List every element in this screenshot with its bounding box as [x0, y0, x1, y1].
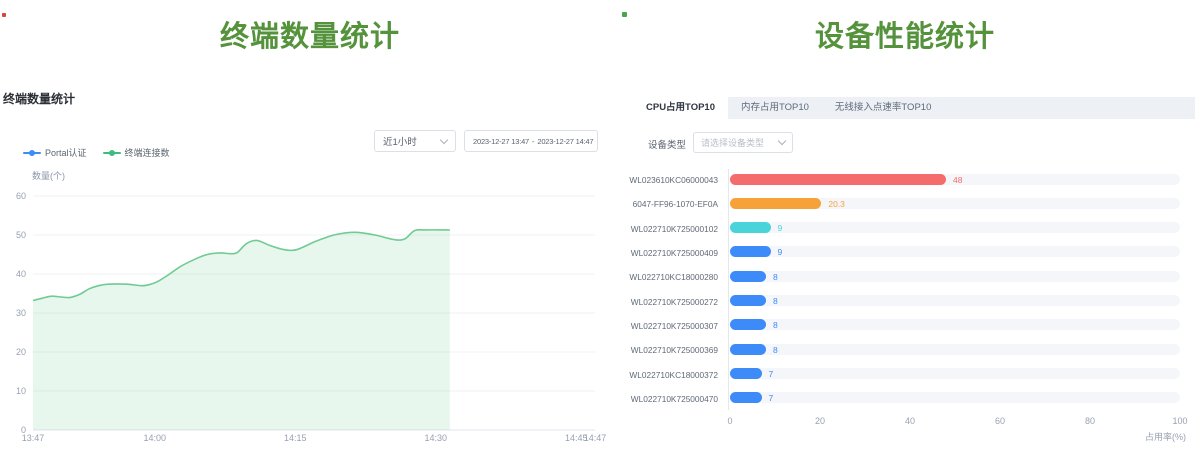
- date-range-end: 2023-12-27 14:47: [537, 137, 593, 146]
- bar-value-label: 8: [773, 345, 778, 355]
- bar-value-label: 20.3: [828, 199, 845, 209]
- bar-category-label: WL023610KC06000043: [628, 175, 718, 185]
- date-range-picker[interactable]: 2023-12-27 13:47 - 2023-12-27 14:47: [464, 130, 598, 152]
- bar-x-tick-label: 0: [727, 416, 732, 426]
- bar-category-label: WL022710K725000470: [628, 394, 718, 404]
- bar[interactable]: [730, 344, 766, 355]
- bar-category-label: WL022710K725000307: [628, 321, 718, 331]
- bar[interactable]: [730, 319, 766, 330]
- chevron-down-icon: [778, 137, 786, 145]
- bar-x-tick-label: 40: [905, 416, 915, 426]
- terminal-panel-header: 终端数量统计: [3, 90, 75, 107]
- bar-x-tick-label: 60: [995, 416, 1005, 426]
- bar-chart-axis-line: [728, 169, 729, 410]
- legend-label: 终端连接数: [125, 146, 170, 159]
- tab-bar: CPU占用TOP10内存占用TOP10无线接入点速率TOP10: [633, 97, 1195, 119]
- legend: Portal认证 终端连接数: [23, 146, 170, 159]
- x-tick-label: 14:15: [284, 433, 307, 443]
- bar-value-label: 9: [778, 247, 783, 257]
- time-range-select-value: 近1小时: [383, 134, 417, 148]
- bar-value-label: 7: [769, 369, 774, 379]
- bar-category-label: WL022710K725000409: [628, 248, 718, 258]
- device-type-placeholder: 请选择设备类型: [701, 136, 764, 149]
- chevron-down-icon: [440, 135, 448, 143]
- y-tick-label: 50: [0, 230, 26, 240]
- legend-item[interactable]: 终端连接数: [103, 146, 170, 159]
- bar-track: [730, 368, 1180, 379]
- bar-track: [730, 344, 1180, 355]
- x-tick-label: 13:47: [22, 433, 45, 443]
- device-type-select[interactable]: 请选择设备类型: [693, 132, 793, 153]
- bar-value-label: 8: [773, 320, 778, 330]
- bar-track: [730, 392, 1180, 403]
- bar-track: [730, 271, 1180, 282]
- bar-category-label: WL022710K725000369: [628, 345, 718, 355]
- legend-dot: [109, 150, 115, 156]
- tab-memory-top10[interactable]: 内存占用TOP10: [728, 97, 822, 119]
- x-tick-label: 14:30: [425, 433, 448, 443]
- tab-cpu-top10[interactable]: CPU占用TOP10: [633, 97, 728, 119]
- y-tick-label: 40: [0, 269, 26, 279]
- y-axis-title: 数量(个): [32, 169, 65, 182]
- bar[interactable]: [730, 222, 771, 233]
- legend-dot: [29, 150, 35, 156]
- terminal-section-title: 终端数量统计: [0, 13, 620, 55]
- bar-category-label: WL022710KC18000280: [628, 272, 718, 282]
- bar[interactable]: [730, 246, 771, 257]
- bar-value-label: 7: [769, 393, 774, 403]
- bar[interactable]: [730, 368, 762, 379]
- bar-track: [730, 295, 1180, 306]
- x-tick-label: 14:47: [584, 433, 607, 443]
- bar-track: [730, 198, 1180, 209]
- device-section-title: 设备性能统计: [620, 13, 1190, 55]
- bar-track: [730, 319, 1180, 330]
- bar[interactable]: [730, 271, 766, 282]
- bar-category-label: WL022710K725000272: [628, 297, 718, 307]
- bar-x-tick-label: 80: [1085, 416, 1095, 426]
- bar-track: [730, 222, 1180, 233]
- bar[interactable]: [730, 392, 762, 403]
- bar[interactable]: [730, 198, 821, 209]
- bar-value-label: 48: [953, 175, 962, 185]
- bar-category-label: 6047-FF96-1070-EF0A: [628, 199, 718, 209]
- device-type-label: 设备类型: [648, 137, 686, 151]
- y-tick-label: 60: [0, 191, 26, 201]
- date-range-separator: -: [532, 137, 534, 146]
- bar-x-tick-label: 100: [1172, 416, 1187, 426]
- terminal-line-chart[interactable]: [33, 192, 598, 437]
- bar-x-tick-label: 20: [815, 416, 825, 426]
- y-tick-label: 20: [0, 347, 26, 357]
- bar-track: [730, 246, 1180, 257]
- bar-value-label: 8: [773, 272, 778, 282]
- dashboard-page: 终端数量统计 终端数量统计 近1小时 2023-12-27 13:47 - 20…: [0, 0, 1200, 456]
- legend-label: Portal认证: [45, 146, 87, 159]
- y-tick-label: 30: [0, 308, 26, 318]
- bar-value-label: 8: [773, 296, 778, 306]
- x-tick-label: 14:00: [144, 433, 167, 443]
- legend-item[interactable]: Portal认证: [23, 146, 87, 159]
- bar[interactable]: [730, 174, 946, 185]
- area-fill-1: [33, 230, 450, 430]
- legend-marker-icon: [23, 150, 41, 155]
- legend-marker-icon: [103, 150, 121, 155]
- bar-value-label: 9: [778, 223, 783, 233]
- bar[interactable]: [730, 295, 766, 306]
- y-tick-label: 10: [0, 386, 26, 396]
- bar-category-label: WL022710K725000102: [628, 224, 718, 234]
- bar-category-label: WL022710KC18000372: [628, 370, 718, 380]
- date-range-start: 2023-12-27 13:47: [473, 137, 529, 146]
- bar-x-axis-title: 占用率(%): [1106, 430, 1186, 443]
- time-range-select[interactable]: 近1小时: [374, 130, 456, 152]
- tab-wireless-rate-top10[interactable]: 无线接入点速率TOP10: [822, 97, 944, 119]
